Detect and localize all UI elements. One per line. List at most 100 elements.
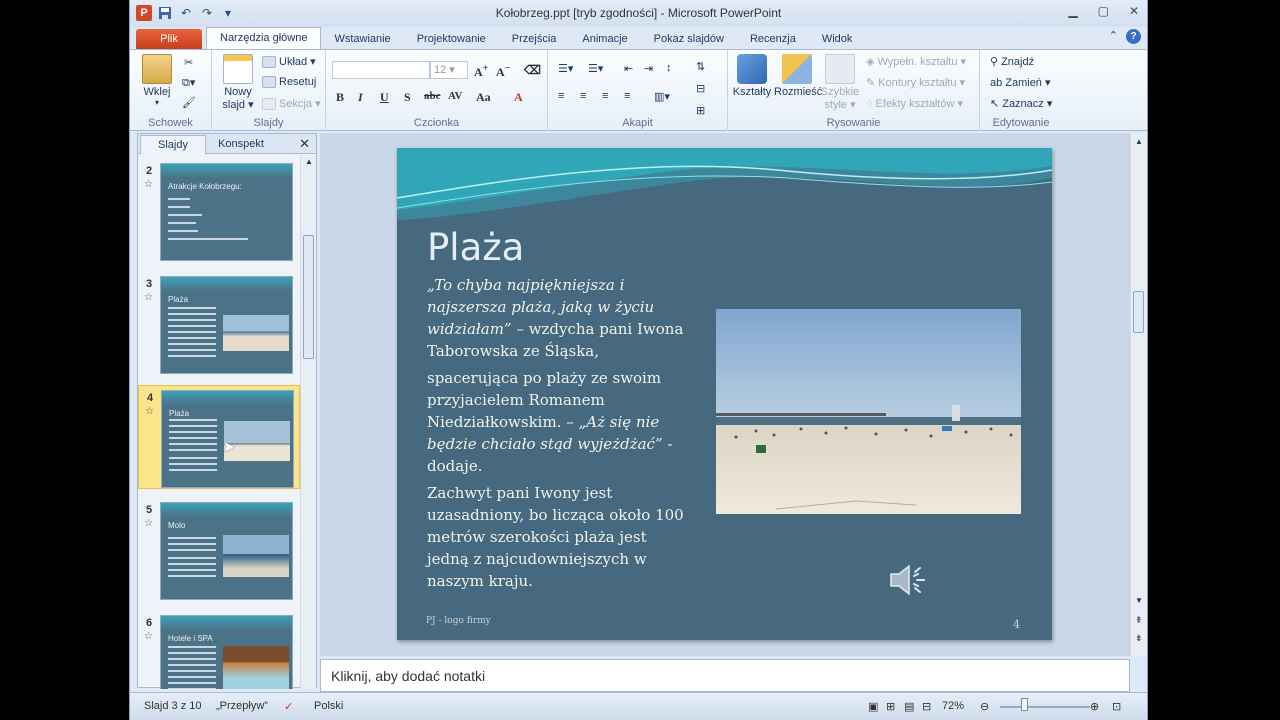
line-spacing-icon[interactable]: ↕ <box>666 62 672 74</box>
underline-icon[interactable]: U <box>380 90 389 105</box>
group-editing: ⚲ Znajdź ab Zamień ▾ ↖ Zaznacz ▾ Edytowanie <box>980 50 1062 131</box>
copy-icon[interactable]: ⧉▾ <box>182 76 195 90</box>
shapes-button[interactable]: Kształty <box>732 54 772 98</box>
group-paragraph: ☰▾ ☰▾ ⇤ ⇥ ↕ ⇅ ≡ ≡ ≡ ≡ ▥▾ ⊟ ⊞ Akapit <box>548 50 728 131</box>
tab-slides[interactable]: Slajdy <box>140 135 206 154</box>
slide-editor: Plaża „To chyba najpiękniejsza i najszer… <box>320 133 1130 656</box>
section-button[interactable]: Sekcja ▾ <box>262 97 321 110</box>
close-icon[interactable]: ✕ <box>1129 4 1139 18</box>
normal-view-icon[interactable]: ▣ <box>868 700 878 713</box>
group-label-clipboard: Schowek <box>148 117 193 129</box>
slide-thumbnail-3[interactable]: 3 ☆ Plaża <box>138 272 300 376</box>
theme-name[interactable]: „Przepływ” <box>216 700 268 712</box>
slide-body-text[interactable]: „To chyba najpiękniejsza i najszersza pl… <box>427 274 692 597</box>
current-slide[interactable]: Plaża „To chyba najpiękniejsza i najszer… <box>397 148 1052 640</box>
new-slide-button[interactable]: Nowy slajd ▾ <box>218 54 258 111</box>
scrollbar-thumb[interactable] <box>1133 291 1144 333</box>
language[interactable]: Polski <box>314 700 343 712</box>
zoom-slider-knob[interactable] <box>1021 698 1028 711</box>
numbering-icon[interactable]: ☰▾ <box>588 62 603 75</box>
slide-thumbnail-6[interactable]: 6 ☆ Hotele i SPA <box>138 611 300 689</box>
tab-view[interactable]: Widok <box>809 29 866 49</box>
align-center-icon[interactable]: ≡ <box>580 90 586 102</box>
shape-fill-button[interactable]: ◈ Wypełn. kształtu ▾ <box>866 55 966 68</box>
shadow-icon[interactable]: S <box>404 90 411 105</box>
editor-scrollbar[interactable]: ▲ ▼ ⇞ ⇟ <box>1130 133 1147 656</box>
tab-slideshow[interactable]: Pokaz slajdów <box>641 29 737 49</box>
slideshow-view-icon[interactable]: ⊟ <box>922 700 931 713</box>
quick-styles-button[interactable]: Szybkie style ▾ <box>820 54 860 111</box>
zoom-slider[interactable] <box>1000 706 1090 708</box>
columns-icon[interactable]: ▥▾ <box>654 90 670 103</box>
tab-review[interactable]: Recenzja <box>737 29 809 49</box>
spell-check-icon[interactable]: ✓ <box>284 700 293 713</box>
paste-button[interactable]: Wklej ▾ <box>138 54 176 107</box>
slide-title[interactable]: Plaża <box>427 226 524 269</box>
wave-decoration <box>397 148 1052 220</box>
scroll-up-icon[interactable]: ▲ <box>305 157 313 166</box>
replace-button[interactable]: ab Zamień ▾ <box>990 76 1051 90</box>
clear-formatting-icon[interactable]: ⌫ <box>524 63 541 78</box>
grow-font-icon[interactable]: A+ <box>474 63 488 80</box>
notes-pane[interactable]: Kliknij, aby dodać notatki <box>320 659 1130 692</box>
tab-design[interactable]: Projektowanie <box>404 29 499 49</box>
zoom-in-icon[interactable]: ⊕ <box>1090 700 1099 713</box>
char-spacing-icon[interactable]: AV <box>448 90 462 102</box>
speaker-icon[interactable] <box>887 562 933 598</box>
shape-effects-button[interactable]: ◌ Efekty kształtów ▾ <box>866 97 963 111</box>
shrink-font-icon[interactable]: A− <box>496 63 510 80</box>
minimize-ribbon-icon[interactable]: ⌃ <box>1109 29 1118 44</box>
text-direction-icon[interactable]: ⇅ <box>696 60 705 73</box>
italic-icon[interactable]: I <box>358 90 363 105</box>
beach-photo[interactable] <box>716 309 1021 514</box>
slide-sorter-icon[interactable]: ⊞ <box>886 700 895 713</box>
increase-indent-icon[interactable]: ⇥ <box>644 62 653 75</box>
change-case-icon[interactable]: Aa <box>476 90 491 105</box>
arrange-button[interactable]: Rozmieść <box>774 54 822 98</box>
minimize-icon[interactable]: ▁ <box>1068 4 1077 18</box>
font-name-box[interactable] <box>332 61 430 79</box>
font-color-icon[interactable]: A <box>514 90 523 105</box>
layout-button[interactable]: Układ ▾ <box>262 55 316 68</box>
tab-outline[interactable]: Konspekt <box>208 135 274 154</box>
scrollbar-thumb[interactable] <box>303 235 314 359</box>
strikethrough-icon[interactable]: abc <box>424 90 441 102</box>
reset-button[interactable]: Resetuj <box>262 76 316 88</box>
font-size-box[interactable]: 12 ▾ <box>430 61 468 79</box>
justify-icon[interactable]: ≡ <box>624 90 630 102</box>
find-button[interactable]: ⚲ Znajdź <box>990 55 1034 69</box>
slide-thumbnail-2[interactable]: 2 ☆ Atrakcje Kołobrzegu: <box>138 159 300 263</box>
slide-thumbnail-4[interactable]: 4 ☆ Plaża ➤ <box>138 385 300 489</box>
fit-to-window-icon[interactable]: ⊡ <box>1112 700 1121 713</box>
select-button[interactable]: ↖ Zaznacz ▾ <box>990 97 1052 110</box>
reading-view-icon[interactable]: ▤ <box>904 700 914 713</box>
tab-insert[interactable]: Wstawianie <box>321 29 403 49</box>
shape-outline-button[interactable]: ✎ Kontury kształtu ▾ <box>866 76 965 89</box>
cut-icon[interactable]: ✂ <box>184 56 193 69</box>
previous-slide-icon[interactable]: ⇞ <box>1135 615 1143 626</box>
zoom-out-icon[interactable]: ⊖ <box>980 700 989 713</box>
slide-thumbnail-5[interactable]: 5 ☆ Molo <box>138 498 300 602</box>
scroll-up-icon[interactable]: ▲ <box>1135 137 1143 146</box>
scroll-down-icon[interactable]: ▼ <box>1135 596 1143 605</box>
bold-icon[interactable]: B <box>336 90 344 105</box>
help-icon[interactable]: ? <box>1126 29 1141 44</box>
align-text-icon[interactable]: ⊟ <box>696 82 705 95</box>
close-panel-icon[interactable]: ✕ <box>299 136 310 152</box>
bullets-icon[interactable]: ☰▾ <box>558 62 573 75</box>
decrease-indent-icon[interactable]: ⇤ <box>624 62 633 75</box>
align-right-icon[interactable]: ≡ <box>602 90 608 102</box>
slides-panel-scrollbar[interactable]: ▲ <box>300 155 316 689</box>
smartart-icon[interactable]: ⊞ <box>696 104 705 117</box>
tab-animations[interactable]: Animacje <box>569 29 640 49</box>
zoom-level[interactable]: 72% <box>942 700 964 712</box>
format-painter-icon[interactable]: 🖌 <box>182 96 196 109</box>
tab-home[interactable]: Narzędzia główne <box>206 27 322 49</box>
align-left-icon[interactable]: ≡ <box>558 90 564 102</box>
notes-placeholder[interactable]: Kliknij, aby dodać notatki <box>331 668 485 684</box>
tab-file[interactable]: Plik <box>136 29 202 49</box>
next-slide-icon[interactable]: ⇟ <box>1135 633 1143 644</box>
tab-transitions[interactable]: Przejścia <box>499 29 570 49</box>
animation-star-icon: ☆ <box>144 292 153 303</box>
maximize-icon[interactable]: ▢ <box>1098 4 1109 18</box>
